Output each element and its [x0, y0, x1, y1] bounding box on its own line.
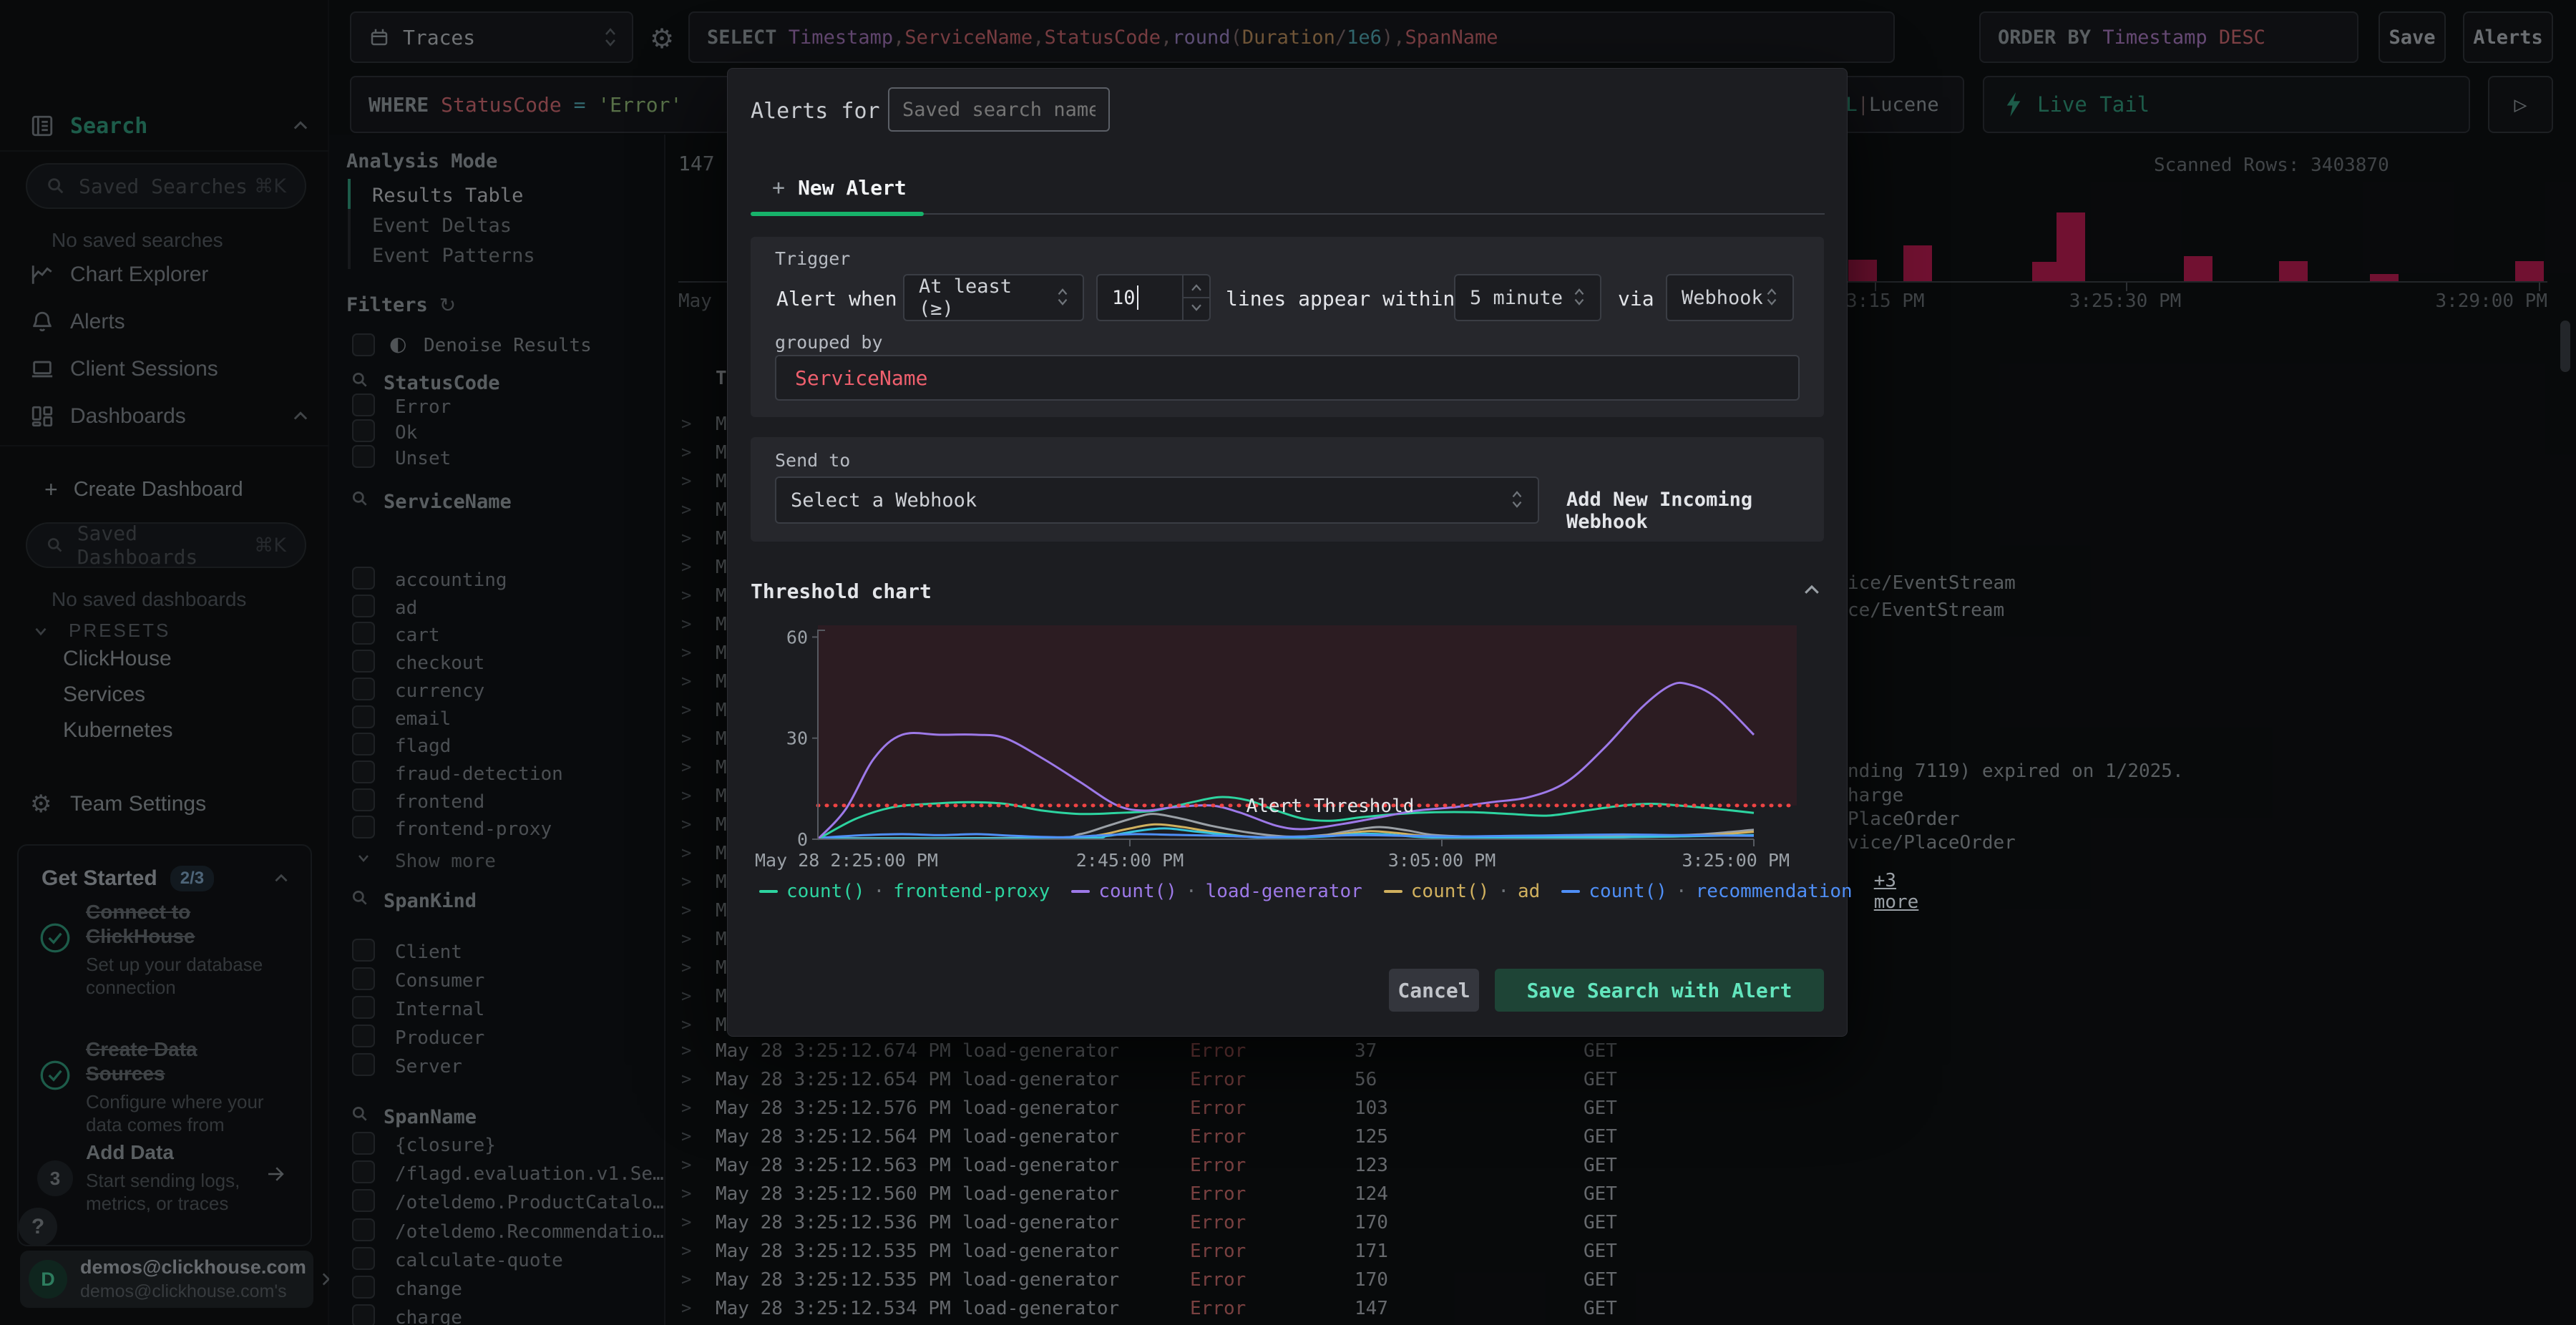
legend-item[interactable]: count() · ad [1383, 881, 1540, 902]
chevron-up-icon [1191, 284, 1201, 291]
chevron-up-down-icon [1055, 285, 1073, 310]
save-search-with-alert-button[interactable]: Save Search with Alert [1495, 969, 1824, 1012]
x-tick-label: 2:45:00 PM [1076, 850, 1184, 871]
chevron-up-down-icon [1571, 285, 1590, 310]
trigger-panel: Trigger Alert when At least (≥) 10 lines… [751, 237, 1824, 417]
threshold-chart-label: Threshold chart [751, 580, 932, 603]
y-tick-label: 0 [797, 829, 808, 850]
legend-item[interactable]: count() · recommendation [1561, 881, 1853, 902]
legend-item[interactable]: count() · frontend-proxy [759, 881, 1050, 902]
active-tab-underline [751, 212, 924, 216]
modal-title: Alerts for [751, 99, 880, 124]
legend-swatch [1383, 890, 1402, 893]
webhook-select[interactable]: Select a Webhook [775, 476, 1539, 524]
send-to-panel: Send to Select a Webhook Add New Incomin… [751, 437, 1824, 542]
text-caret [1136, 285, 1138, 310]
threshold-chart: Alert Threshold 0 30 60 May 28 2:25:00 PM 2:4… [755, 625, 1799, 871]
lines-within-label: lines appear within [1226, 287, 1455, 311]
send-to-label: Send to [775, 450, 851, 471]
saved-search-name-input[interactable] [888, 87, 1110, 132]
number-stepper[interactable] [1182, 275, 1209, 320]
condition-select[interactable]: At least (≥) [903, 274, 1084, 321]
hyperdx-app: HyperDX Traces ⚙ SELECT Timestamp,Servic… [0, 0, 2576, 1325]
x-tick-label: 3:05:00 PM [1388, 850, 1496, 871]
tab-label: New Alert [798, 175, 907, 200]
above-threshold-region [818, 625, 1797, 806]
alert-when-label: Alert when [776, 287, 897, 311]
grouped-by-value: ServiceName [795, 366, 928, 390]
tab-new-alert[interactable]: + New Alert [772, 167, 907, 207]
chevron-down-icon [1191, 304, 1201, 311]
legend-swatch [759, 890, 778, 893]
cancel-button[interactable]: Cancel [1389, 969, 1479, 1012]
threshold-value-input[interactable]: 10 [1096, 274, 1211, 321]
grouped-by-label: grouped by [775, 332, 883, 353]
x-tick-label: May 28 2:25:00 PM [755, 850, 938, 871]
channel-select[interactable]: Webhook [1666, 274, 1794, 321]
plus-icon: + [772, 175, 786, 200]
chevron-up-down-icon [1764, 285, 1782, 310]
alerts-modal: Alerts for + New Alert Trigger Alert whe… [727, 68, 1918, 1037]
via-label: via [1618, 287, 1654, 311]
legend-swatch [1561, 890, 1581, 893]
alert-threshold-label: Alert Threshold [1246, 796, 1415, 817]
y-tick-label: 60 [786, 627, 808, 647]
chevron-up-icon[interactable] [1801, 580, 1823, 601]
grouped-by-input[interactable]: ServiceName [775, 355, 1800, 401]
time-window-select[interactable]: 5 minute [1454, 274, 1601, 321]
chart-legend: count() · frontend-proxy count() · load-gener… [759, 870, 1918, 913]
x-tick-label: 3:25:00 PM [1682, 850, 1790, 871]
tabs-divider [924, 213, 1825, 215]
chevron-up-down-icon [1509, 488, 1528, 512]
legend-item[interactable]: count() · load-generator [1071, 881, 1362, 902]
add-webhook-button[interactable]: Add New Incoming Webhook [1566, 489, 1824, 533]
y-tick-label: 30 [786, 728, 808, 749]
trigger-label: Trigger [775, 248, 851, 269]
legend-more-button[interactable]: +3 more [1874, 870, 1919, 913]
legend-swatch [1071, 890, 1091, 893]
